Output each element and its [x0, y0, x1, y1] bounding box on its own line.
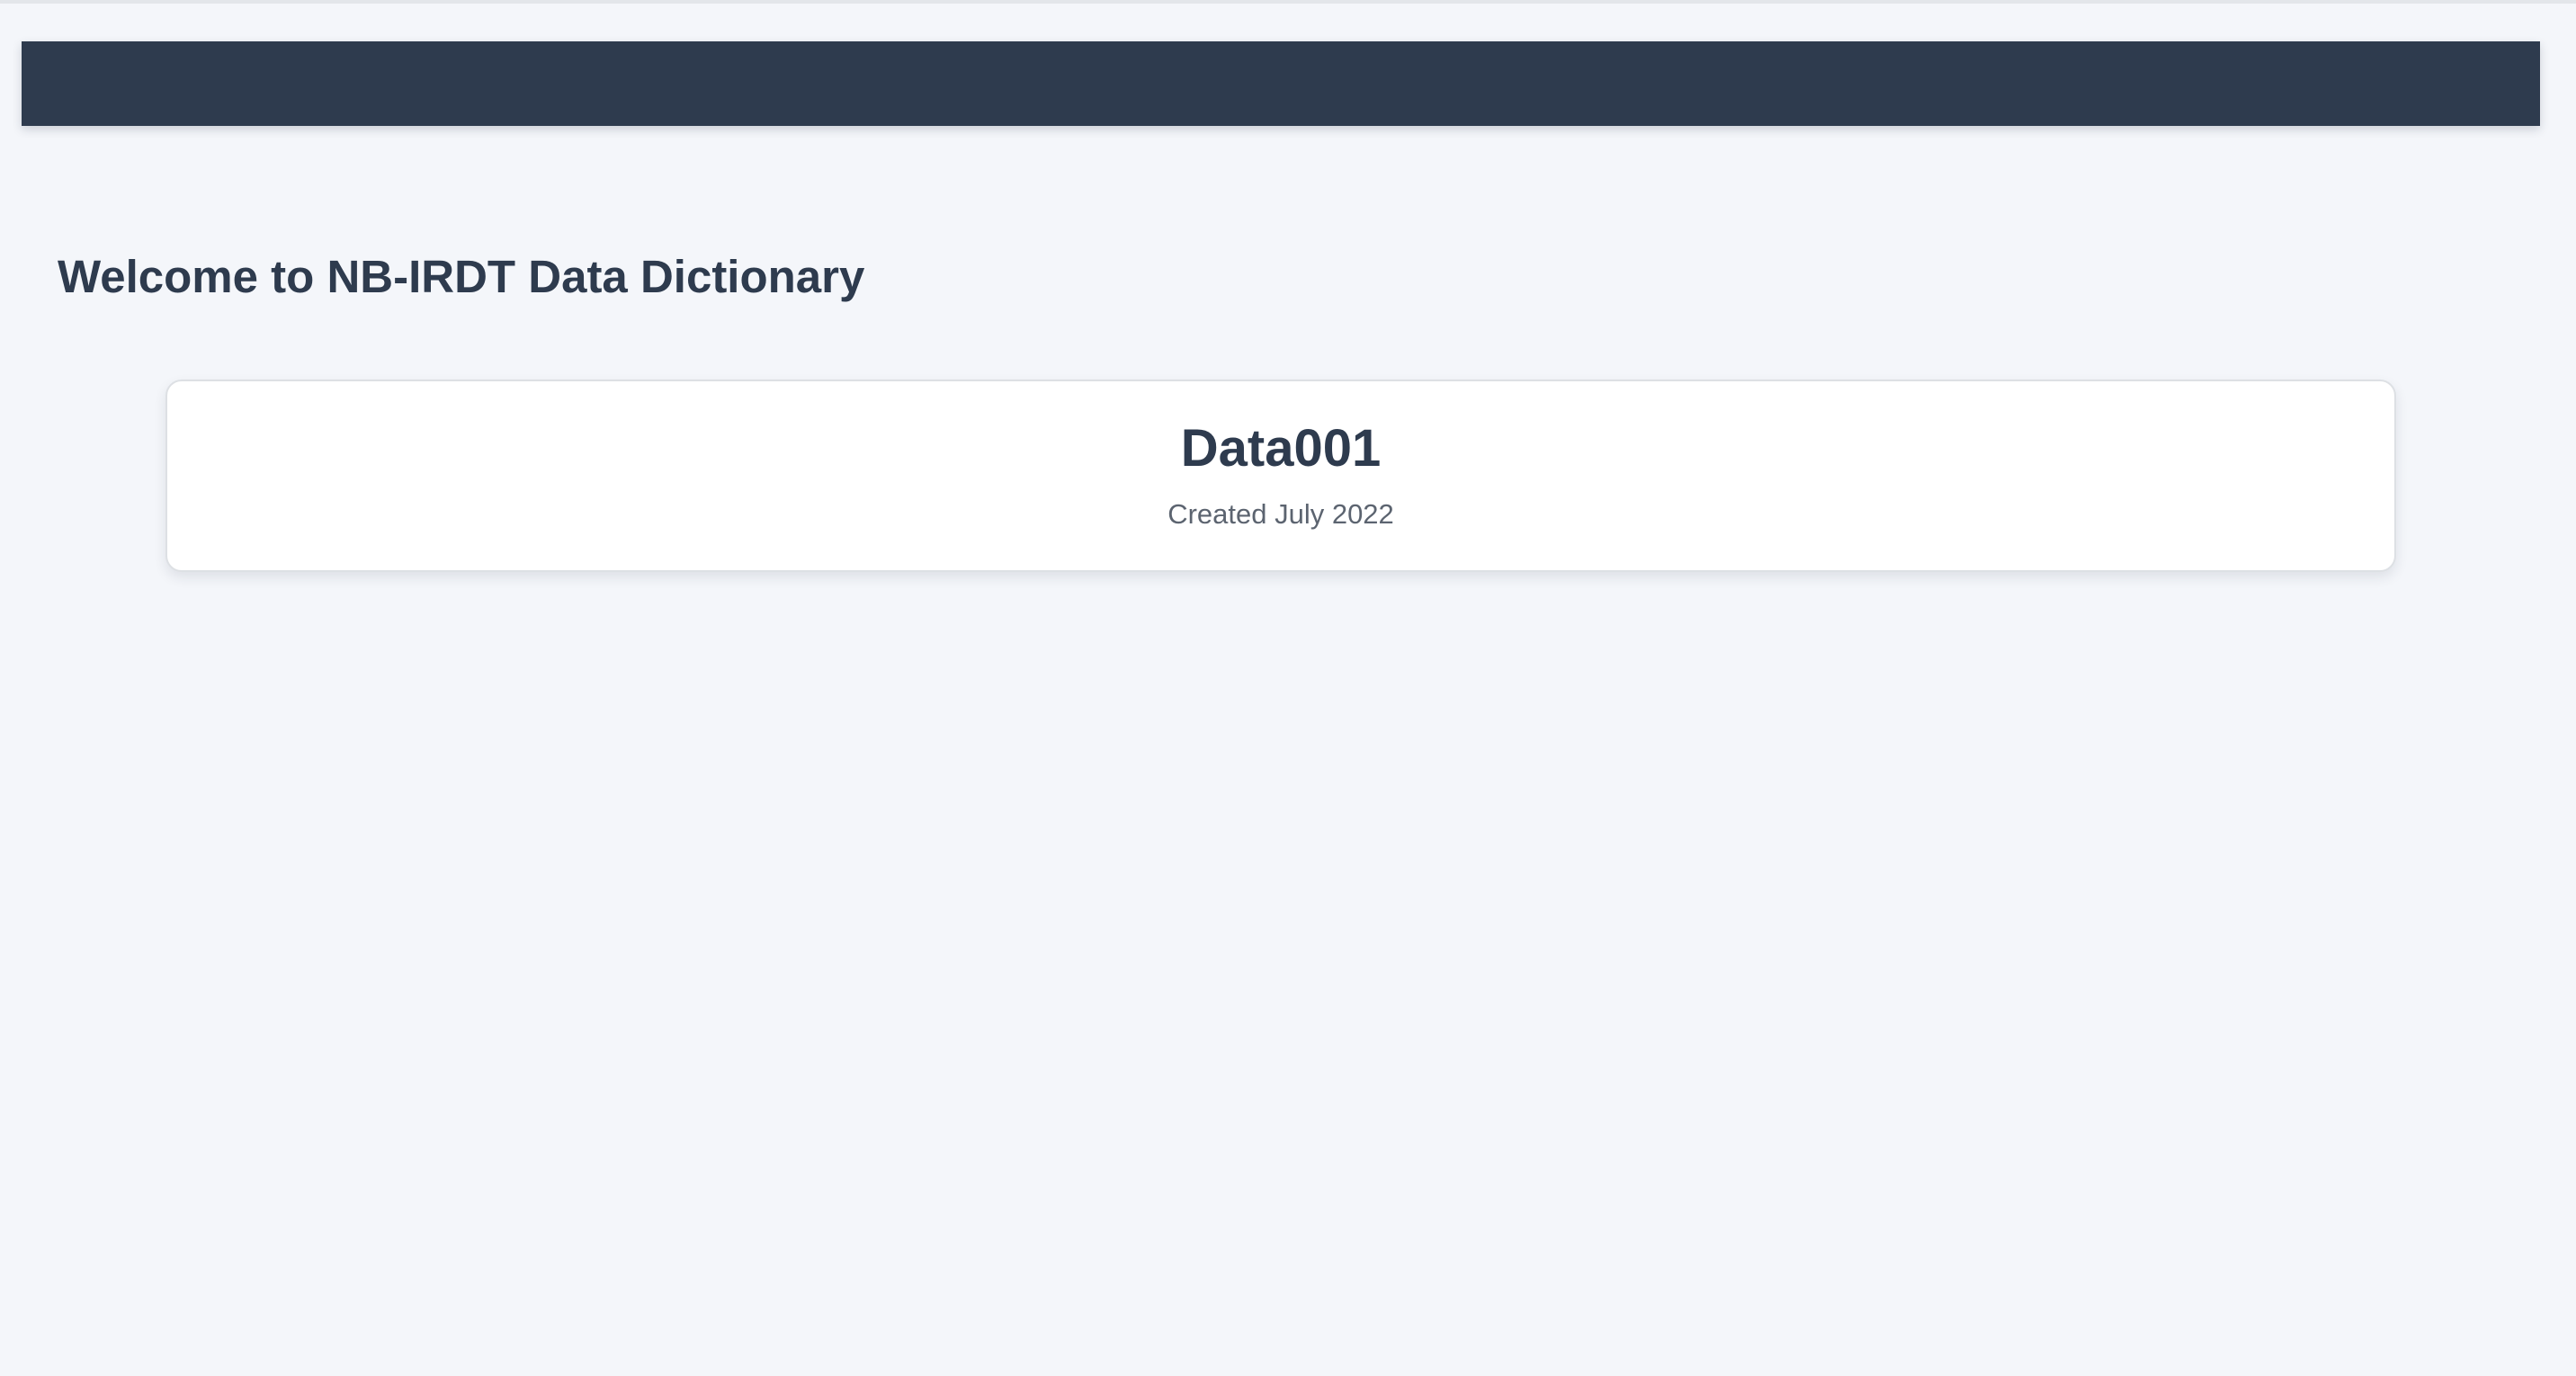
dictionary-card-created-date: Created July 2022	[1167, 498, 1394, 530]
dictionary-card[interactable]: Data001 Created July 2022	[165, 380, 2396, 572]
top-border	[0, 0, 2576, 4]
navbar	[22, 41, 2540, 126]
page-title: Welcome to NB-IRDT Data Dictionary	[58, 251, 865, 302]
dictionary-card-title[interactable]: Data001	[167, 417, 2394, 480]
